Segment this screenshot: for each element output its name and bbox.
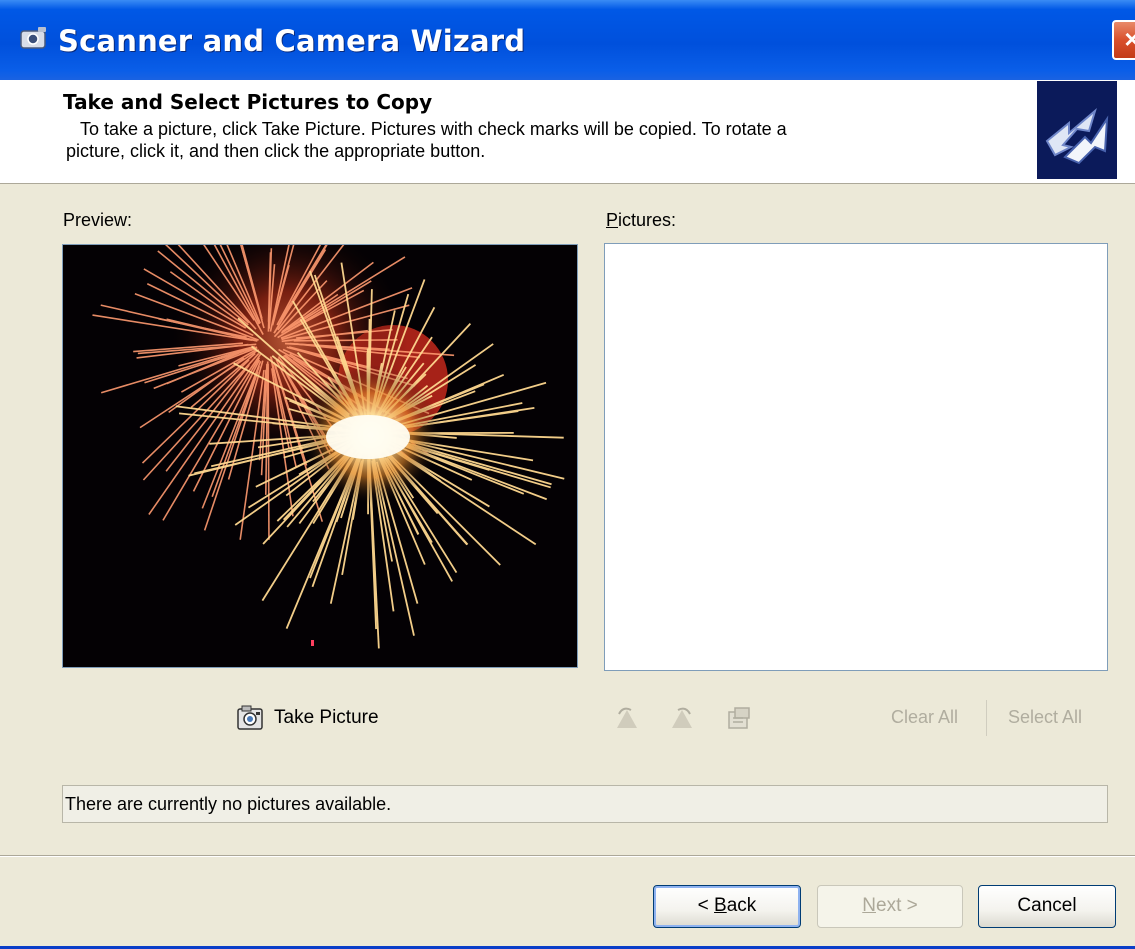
status-text: There are currently no pictures availabl… <box>65 794 392 814</box>
footer-divider <box>0 855 1135 857</box>
take-picture-label: Take Picture <box>274 707 379 728</box>
page-description: To take a picture, click Take Picture. P… <box>66 118 990 162</box>
scanner-camera-icon <box>20 27 46 49</box>
pictures-label-accel: P <box>606 210 619 230</box>
back-prefix: < <box>697 895 715 916</box>
next-button[interactable]: Next > <box>817 885 963 928</box>
wizard-header: Take and Select Pictures to Copy To take… <box>0 80 1135 184</box>
close-icon: × <box>1124 24 1135 54</box>
pictures-list[interactable] <box>604 243 1108 671</box>
window-title: Scanner and Camera Wizard <box>58 24 526 58</box>
cancel-button[interactable]: Cancel <box>978 885 1116 928</box>
camera-icon <box>237 705 263 730</box>
page-description-line2: picture, click it, and then click the ap… <box>66 141 486 161</box>
back-accel: B <box>714 895 727 916</box>
next-rest: ext > <box>876 895 918 916</box>
page-title: Take and Select Pictures to Copy <box>63 90 433 114</box>
link-separator <box>986 700 987 736</box>
title-bar[interactable]: Scanner and Camera Wizard × <box>0 0 1135 80</box>
status-box: There are currently no pictures availabl… <box>62 785 1108 823</box>
pictures-label: Pictures: <box>606 210 676 231</box>
firework-ray <box>267 363 270 540</box>
take-picture-button[interactable]: Take Picture <box>236 703 379 733</box>
clear-all-link[interactable]: Clear All <box>891 707 958 728</box>
rotate-right-icon[interactable] <box>668 704 696 732</box>
properties-icon[interactable] <box>725 704 753 732</box>
wizard-arrows-icon <box>1037 81 1117 179</box>
back-button[interactable]: < Back <box>653 885 801 928</box>
rotate-left-icon[interactable] <box>613 704 641 732</box>
close-button[interactable]: × <box>1112 20 1135 60</box>
wizard-window: Scanner and Camera Wizard × Take and Sel… <box>0 0 1135 949</box>
firework-ray <box>293 339 398 342</box>
next-accel: N <box>862 895 876 916</box>
fireworks-image <box>63 245 577 667</box>
back-rest: ack <box>726 895 757 916</box>
preview-image <box>62 244 578 668</box>
pictures-label-rest: ictures: <box>618 210 677 230</box>
preview-label: Preview: <box>63 210 133 230</box>
select-all-link[interactable]: Select All <box>1008 707 1082 728</box>
page-description-line1: To take a picture, click Take Picture. P… <box>80 119 787 139</box>
